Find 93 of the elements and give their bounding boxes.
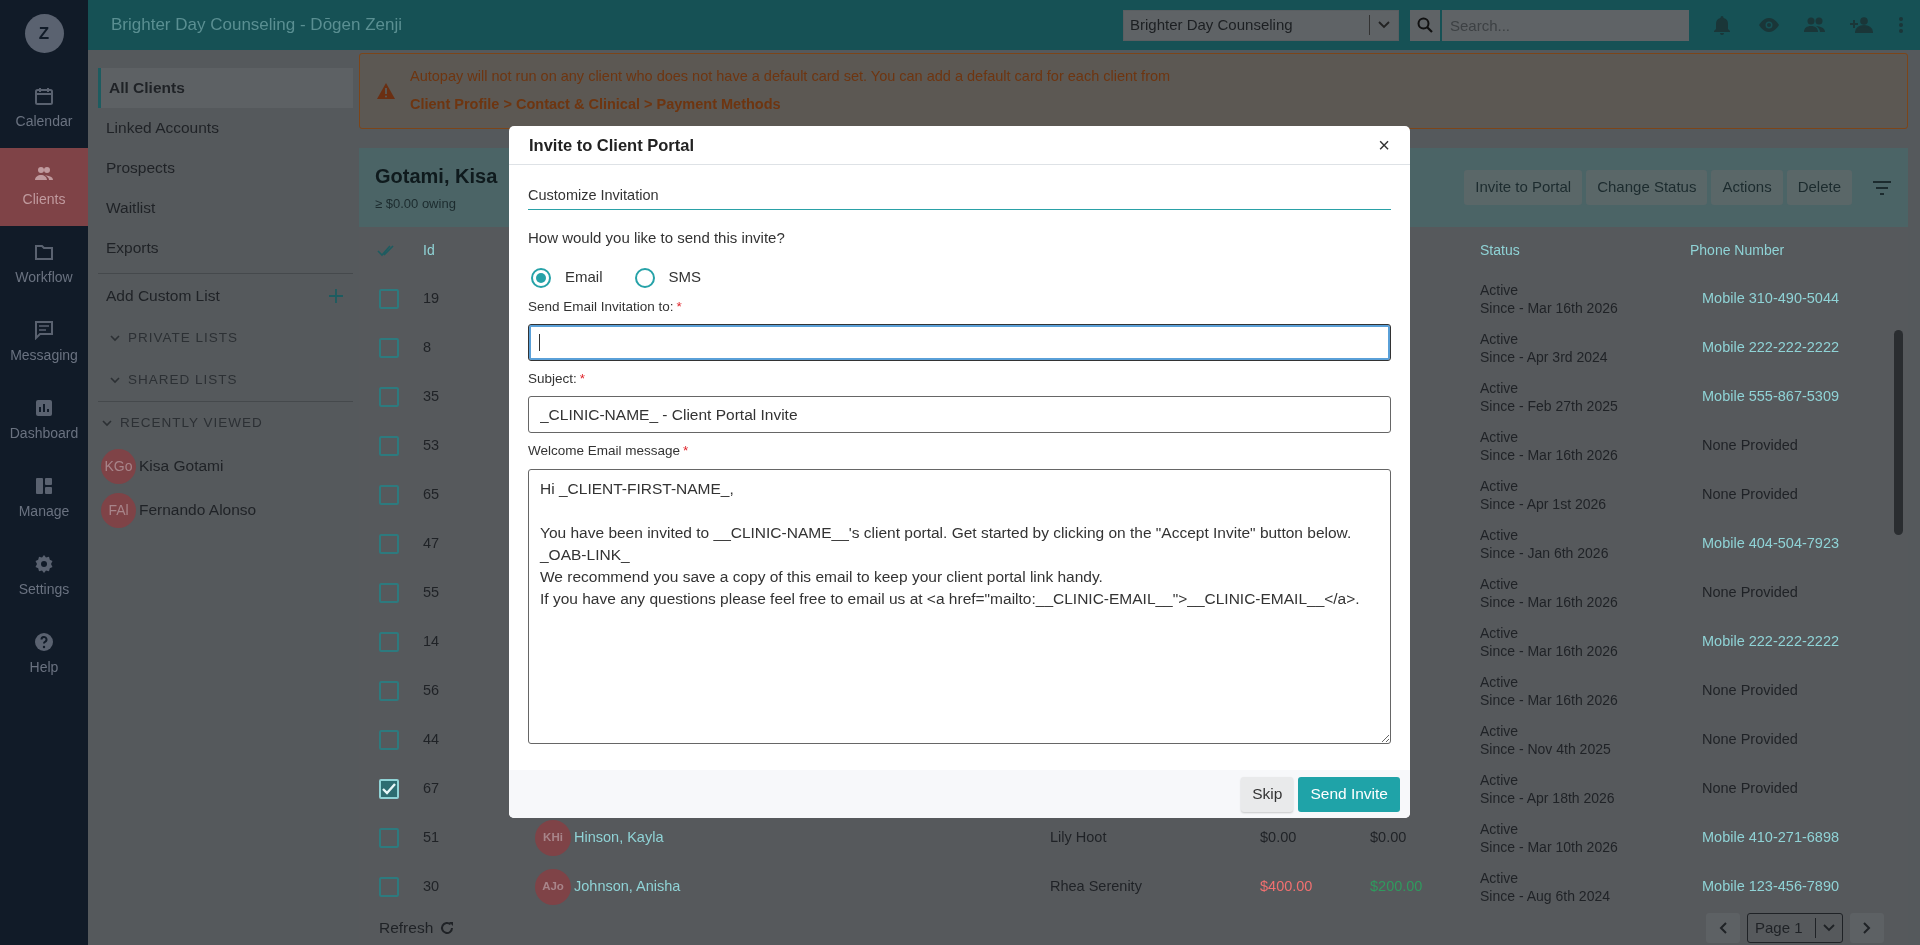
caret-icon <box>1378 21 1390 29</box>
chevron-right-icon <box>1863 922 1871 934</box>
header-button[interactable]: Delete <box>1786 170 1852 205</box>
alert-message: Autopay will not run on any client who does not have a default card set. You can add a default card for each client from <box>410 67 1171 87</box>
client-name-link[interactable]: Johnson, Anisha <box>574 875 681 898</box>
message-textarea[interactable]: Hi _CLIENT-FIRST-NAME_, You have been invited to __CLINIC-NAME__'s client portal. Get started by clicking on the "Accept Invite" button below. _OAB-LINK_ We recommend you save a copy of this email to keep your client portal link handy. If you have any questions please feel free to email us at <a href="mailto:__CLINIC-EMAIL__">__CLINIC-EMAIL__</a>. <box>528 468 1391 744</box>
nav-item[interactable]: Calendar <box>0 70 88 148</box>
checkbox[interactable] <box>379 827 399 848</box>
nav-item[interactable]: Help <box>0 616 88 694</box>
dialog-title: Invite to Client Portal <box>529 134 695 156</box>
chevron-down-icon <box>102 419 112 427</box>
chevron-left-icon <box>1719 922 1727 934</box>
checkbox[interactable] <box>379 729 399 750</box>
phone-link[interactable]: Mobile 222-222-2222 <box>1702 338 1840 355</box>
field-label: Subject: * <box>528 370 587 388</box>
checkbox[interactable] <box>379 778 399 799</box>
filter-icon[interactable] <box>1872 180 1892 195</box>
caret-icon <box>1823 924 1835 932</box>
column-header[interactable]: Phone Number <box>1690 240 1785 261</box>
checkbox[interactable] <box>379 386 399 407</box>
phone-link[interactable]: Mobile 410-271-6898 <box>1702 828 1840 845</box>
checkbox[interactable] <box>379 680 399 701</box>
skip-button[interactable]: Skip <box>1241 776 1294 812</box>
logo[interactable]: Z <box>24 14 64 53</box>
chevron-down-icon <box>110 376 120 384</box>
settings-icon <box>34 554 54 574</box>
send-invite-button[interactable]: Send Invite <box>1298 776 1400 812</box>
plus-icon[interactable] <box>329 288 343 303</box>
avatar: KGo <box>101 448 136 484</box>
close-button[interactable]: × <box>1378 135 1390 155</box>
phone-link[interactable]: Mobile 555-867-5309 <box>1702 387 1840 404</box>
people-icon[interactable] <box>1803 17 1827 33</box>
question-text: How would you like to send this invite? <box>528 227 786 248</box>
message-icon <box>34 320 54 340</box>
calendar-icon <box>34 86 54 106</box>
nav-item[interactable]: Messaging <box>0 304 88 382</box>
column-header[interactable]: Status <box>1480 240 1520 261</box>
nav-item[interactable]: Dashboard <box>0 382 88 460</box>
next-page-button[interactable] <box>1850 913 1884 943</box>
header-button[interactable]: Actions <box>1711 170 1783 205</box>
checkbox[interactable] <box>379 484 399 505</box>
refresh-icon <box>440 921 455 935</box>
header-button[interactable]: Invite to Portal <box>1464 170 1583 205</box>
radio-button[interactable] <box>531 267 551 288</box>
add-person-icon[interactable] <box>1849 17 1875 33</box>
radio-button[interactable] <box>634 267 655 288</box>
nav-item[interactable]: Clients <box>0 148 88 226</box>
phone-link[interactable]: Mobile 222-222-2222 <box>1702 632 1840 649</box>
chevron-down-icon <box>110 334 120 342</box>
avatar: FAl <box>101 492 136 528</box>
table-cell: $400.00 <box>1260 877 1313 894</box>
double-check-icon[interactable] <box>377 244 395 257</box>
checkbox[interactable] <box>379 533 399 554</box>
client-name-link[interactable]: Hinson, Kayla <box>574 826 664 849</box>
bell-icon[interactable] <box>1713 15 1731 35</box>
phone-link[interactable]: Mobile 310-490-5044 <box>1702 289 1840 306</box>
nav-item[interactable]: Settings <box>0 538 88 616</box>
checkbox[interactable] <box>379 337 399 358</box>
nav-item[interactable]: Manage <box>0 460 88 538</box>
checkbox[interactable] <box>379 876 399 897</box>
layout-icon <box>34 476 54 496</box>
search-button[interactable] <box>1410 9 1440 41</box>
section-heading: Customize Invitation <box>528 185 1391 210</box>
client-name: Gotami, Kisa <box>375 164 498 190</box>
previous-page-button[interactable] <box>1706 913 1740 943</box>
owing-amount: ≥ $0.00 owing <box>375 195 457 214</box>
radio-label: SMS <box>668 267 702 288</box>
table-cell: $200.00 <box>1370 877 1423 894</box>
avatar: KHi <box>535 819 571 856</box>
list-item[interactable]: All Clients <box>98 68 353 108</box>
phone-link[interactable]: Mobile 404-504-7923 <box>1702 534 1840 551</box>
chart-icon <box>34 398 54 418</box>
header-button[interactable]: Change Status <box>1586 170 1708 205</box>
help-icon <box>34 632 54 652</box>
warning-icon <box>376 82 396 100</box>
clinic-select[interactable]: Brighter Day Counseling <box>1123 9 1399 41</box>
input-field[interactable]: _CLINIC-NAME_ - Client Portal Invite <box>528 396 1391 434</box>
checkbox[interactable] <box>379 435 399 456</box>
radio-label: Email <box>565 267 603 288</box>
field-label: Welcome Email message * <box>528 442 690 461</box>
input-field[interactable] <box>528 324 1391 361</box>
checkbox[interactable] <box>379 631 399 652</box>
phone-link[interactable]: Mobile 123-456-7890 <box>1702 877 1840 894</box>
app-title: Brighter Day Counseling - Dōgen Zenji <box>111 14 403 37</box>
scrollbar[interactable] <box>1894 330 1903 535</box>
search-icon <box>1417 17 1433 33</box>
checkbox[interactable] <box>379 288 399 309</box>
eye-icon[interactable] <box>1757 17 1781 33</box>
checkbox[interactable] <box>379 582 399 603</box>
nav-item[interactable]: Workflow <box>0 226 88 304</box>
field-label: Send Email Invitation to: * <box>528 297 683 316</box>
folder-icon <box>34 242 54 262</box>
avatar: AJo <box>535 868 571 905</box>
